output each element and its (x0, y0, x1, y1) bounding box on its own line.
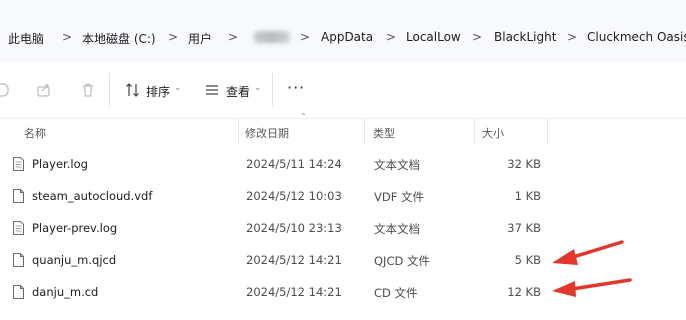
command-bar (0, 62, 686, 119)
column-divider[interactable] (364, 118, 365, 144)
column-header-size[interactable]: 大小 (482, 125, 504, 141)
file-row[interactable]: steam_autocloud.vdf 2024/5/12 10:03 VDF … (0, 180, 686, 212)
view-button[interactable]: 查看 (226, 83, 250, 100)
breadcrumb-separator: > (62, 30, 73, 44)
sort-button[interactable]: 排序 (146, 83, 170, 100)
breadcrumb-local-disk[interactable]: 本地磁盘 (C:) (82, 30, 156, 47)
breadcrumb-locallow[interactable]: LocalLow (406, 30, 461, 44)
toolbar-divider (272, 73, 273, 107)
share-icon[interactable] (36, 82, 52, 102)
file-modified: 2024/5/12 14:21 (246, 253, 342, 267)
column-divider[interactable] (547, 118, 548, 144)
breadcrumb-cluckmech-oasis[interactable]: Cluckmech Oasis (587, 30, 686, 44)
red-arrow-icon (552, 278, 632, 297)
text-file-icon (13, 220, 24, 235)
column-header-type[interactable]: 类型 (373, 125, 395, 141)
file-type: 文本文档 (374, 222, 420, 236)
text-file-icon (13, 156, 24, 171)
breadcrumb-users[interactable]: 用户 (188, 30, 212, 47)
file-name: danju_m.cd (32, 285, 99, 299)
file-size: 1 KB (514, 189, 541, 203)
file-name: steam_autocloud.vdf (32, 189, 153, 203)
file-size: 37 KB (507, 221, 541, 235)
file-modified: 2024/5/12 14:21 (246, 285, 342, 299)
column-divider[interactable] (474, 118, 475, 144)
column-divider[interactable] (238, 118, 239, 144)
file-type: 文本文档 (374, 158, 420, 172)
breadcrumb-separator: > (386, 30, 397, 44)
breadcrumb-separator: > (228, 30, 239, 44)
delete-icon[interactable] (80, 82, 96, 102)
breadcrumb-appdata[interactable]: AppData (321, 30, 373, 44)
breadcrumb-blacklight[interactable]: BlackLight (494, 30, 556, 44)
file-icon (13, 252, 24, 267)
file-size: 5 KB (514, 253, 541, 267)
more-options-button[interactable]: ··· (287, 78, 305, 97)
file-icon (13, 284, 24, 299)
file-type: VDF 文件 (374, 190, 424, 204)
chevron-down-icon: ⌄ (174, 83, 182, 93)
file-row[interactable]: Player.log 2024/5/11 14:24 文本文档 32 KB (0, 148, 686, 180)
file-name: Player.log (32, 157, 88, 171)
breadcrumb-username-redacted[interactable] (254, 31, 290, 43)
red-arrow-icon (552, 240, 624, 265)
column-header-modified[interactable]: 修改日期 (245, 125, 289, 141)
file-name: quanju_m.qjcd (32, 253, 117, 267)
breadcrumb-separator: > (472, 30, 483, 44)
breadcrumb-separator: > (300, 30, 311, 44)
file-modified: 2024/5/11 14:24 (246, 157, 342, 171)
copy-icon[interactable] (0, 82, 10, 102)
toolbar-divider (109, 73, 110, 107)
file-type: QJCD 文件 (374, 254, 430, 268)
sort-icon[interactable] (125, 82, 141, 102)
sort-caret-icon: ⌃ (300, 112, 307, 121)
file-name: Player-prev.log (32, 221, 118, 235)
file-size: 32 KB (507, 157, 541, 171)
chevron-down-icon: ⌄ (254, 83, 262, 93)
file-modified: 2024/5/12 10:03 (246, 189, 342, 203)
column-header-name[interactable]: 名称 (24, 125, 46, 141)
view-icon[interactable] (204, 82, 220, 102)
file-icon (13, 188, 24, 203)
breadcrumb-separator: > (567, 30, 578, 44)
breadcrumb-this-pc[interactable]: 此电脑 (8, 30, 44, 47)
file-type: CD 文件 (374, 286, 418, 300)
file-size: 12 KB (507, 285, 541, 299)
breadcrumb-separator: > (168, 30, 179, 44)
file-modified: 2024/5/10 23:13 (246, 221, 342, 235)
